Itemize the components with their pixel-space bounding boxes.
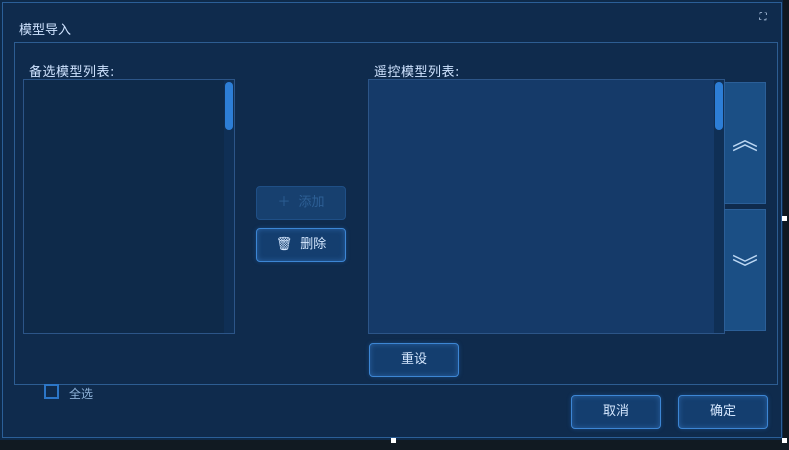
remote-models-list[interactable] — [368, 79, 725, 334]
delete-button[interactable]: 🗑 删除 — [256, 228, 346, 262]
content-panel: 备选模型列表: 全选 ＋ 添加 🗑 删除 遥控模型列表: ︽ ︾ 重设 — [14, 42, 778, 401]
maximize-icon[interactable]: ⛶ — [757, 12, 769, 24]
double-chevron-up-icon: ︽ — [731, 126, 758, 156]
add-button-label: 添加 — [298, 195, 325, 210]
move-down-button[interactable]: ︾ — [724, 209, 766, 331]
delete-button-label: 删除 — [300, 237, 327, 252]
dialog-title: 模型导入 — [19, 23, 72, 38]
cancel-button-label: 取消 — [602, 404, 629, 419]
scrollbar-thumb[interactable] — [715, 82, 723, 130]
plus-icon: ＋ — [277, 195, 291, 210]
trash-icon: 🗑 — [275, 237, 293, 252]
window-edge-right — [783, 0, 789, 450]
resize-handle-right[interactable] — [782, 216, 787, 221]
select-all-checkbox[interactable] — [44, 384, 59, 399]
resize-handle-corner[interactable] — [782, 438, 787, 443]
available-models-scrollbar[interactable] — [224, 80, 234, 333]
resize-handle-bottom[interactable] — [391, 438, 396, 443]
confirm-button-label: 确定 — [709, 404, 736, 419]
reset-button-label: 重设 — [400, 352, 427, 367]
remote-models-label: 遥控模型列表: — [374, 65, 460, 80]
available-models-label: 备选模型列表: — [29, 65, 115, 80]
confirm-button[interactable]: 确定 — [678, 395, 768, 429]
scrollbar-thumb[interactable] — [225, 82, 233, 130]
cancel-button[interactable]: 取消 — [571, 395, 661, 429]
move-up-button[interactable]: ︽ — [724, 82, 766, 204]
double-chevron-down-icon: ︾ — [731, 254, 758, 284]
remote-models-scrollbar[interactable] — [714, 80, 724, 333]
select-all-label: 全选 — [69, 387, 94, 401]
add-button[interactable]: ＋ 添加 — [256, 186, 346, 220]
available-models-list[interactable] — [23, 79, 235, 334]
model-import-dialog: 模型导入 ⛶ 备选模型列表: 全选 ＋ 添加 🗑 删除 遥控模型列表: ︽ ︾ 重… — [2, 2, 782, 438]
reset-button[interactable]: 重设 — [369, 343, 459, 377]
